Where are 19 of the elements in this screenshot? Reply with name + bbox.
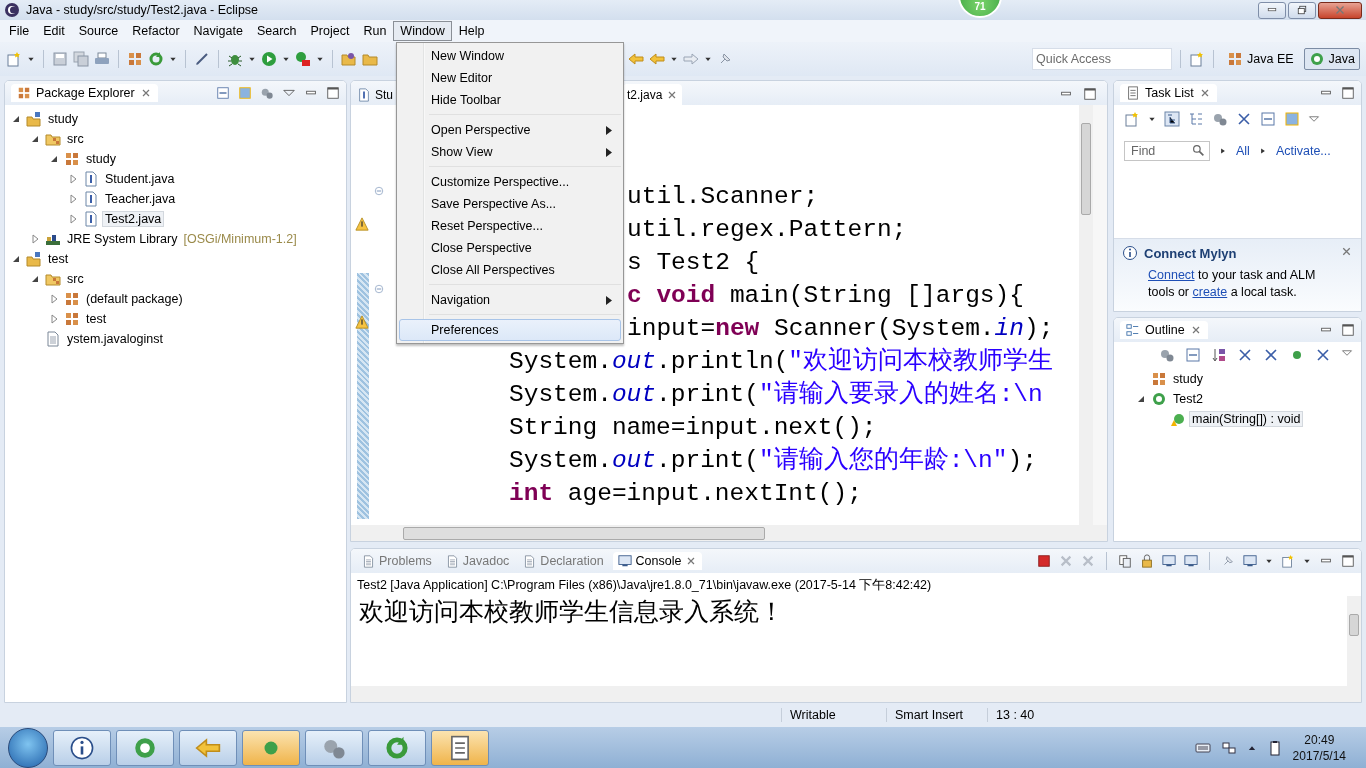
code-line: input=new Scanner(System.in);: [627, 315, 1054, 342]
code-line: util.regex.Pattern;: [627, 216, 907, 243]
code-line: util.Scanner;: [627, 183, 819, 210]
code-line: String name=input.next();: [509, 414, 877, 441]
code-line: int age=input.nextInt();: [509, 480, 862, 507]
window-title: Java - study/src/study/Test2.java - Eclipse: [26, 3, 259, 17]
process-label: Test2 [Java Application] C:\Program Files (x86)\Java\jre1.8.0_71\bin\javaw.exe (2017-5-14 下午8:42:42): [356, 577, 933, 594]
code-line: System.out.println("欢迎访问本校教师学生: [509, 348, 1054, 375]
tree-item-decoration: [OSGi/Minimum-1.2]: [183, 232, 297, 246]
notification-title: Connect Mylyn: [1144, 245, 1237, 261]
code-line: System.out.print("请输入要录入的姓名:\n: [509, 381, 1043, 408]
status-item: Writable: [781, 708, 886, 722]
notification-text: Connect to your task and ALM tools or create a local task.: [1148, 267, 1317, 301]
console-output: 欢迎访问本校教师学生信息录入系统！: [359, 596, 785, 628]
status-item: 13 : 40: [987, 708, 1080, 722]
code-line: s Test2 {: [627, 249, 760, 276]
status-item: Smart Insert: [886, 708, 987, 722]
code-line: c void main(String []args){: [627, 282, 1024, 309]
code-line: System.out.print("请输入您的年龄:\n");: [509, 447, 1037, 474]
